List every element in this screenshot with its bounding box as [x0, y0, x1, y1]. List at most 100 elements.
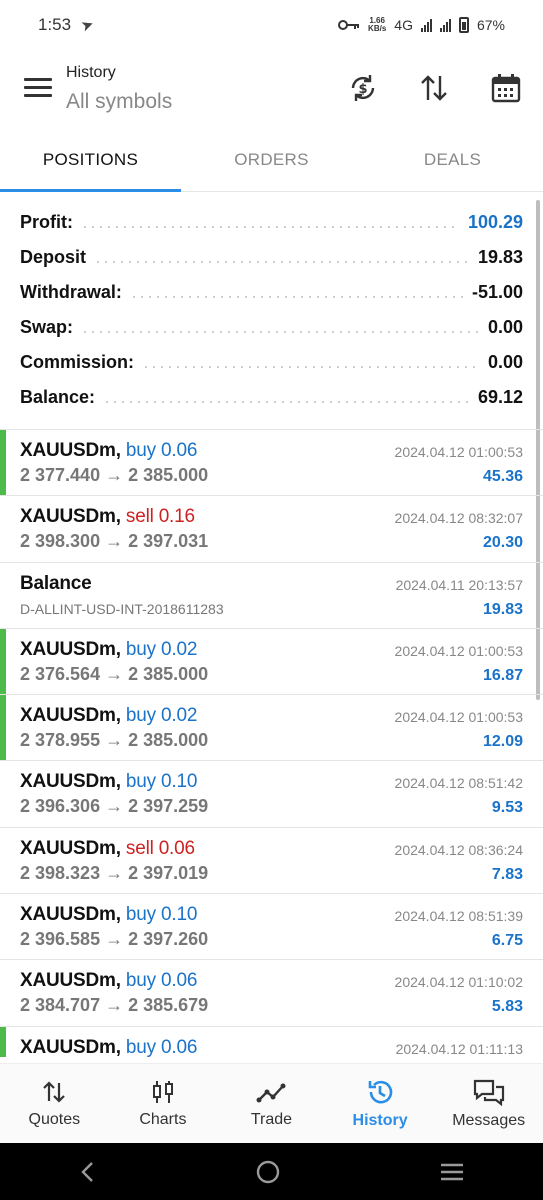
trade-side: buy 0.06: [125, 1036, 198, 1057]
list-item[interactable]: XAUUSDm, buy 0.06 2 384.707 → 2 385.679 …: [0, 960, 543, 1027]
history-icon: [368, 1080, 393, 1103]
position-marker: [0, 628, 6, 695]
summary-row-withdrawal: Withdrawal: -51.00: [20, 282, 523, 302]
profit-value: 19.83: [482, 600, 523, 618]
trade-side: buy 0.02: [125, 638, 198, 660]
timestamp: 2024.04.12 01:11:13: [395, 1040, 523, 1057]
menu-icon[interactable]: [24, 78, 52, 100]
sort-icon[interactable]: [416, 70, 452, 106]
account-comment: D-ALLINT-USD-INT-2018611283: [20, 600, 224, 617]
profit-value: 5.83: [491, 998, 523, 1016]
tab-orders[interactable]: ORDERS: [181, 128, 362, 191]
summary-row-commission: Commission: 0.00: [20, 352, 523, 372]
battery-icon: [458, 17, 469, 33]
status-right: 1.66 KB/s 4G 67%: [338, 17, 505, 33]
timestamp: 2024.04.12 01:10:02: [394, 974, 523, 991]
dot-leader: [129, 295, 464, 298]
timestamp: 2024.04.12 08:32:07: [394, 510, 523, 527]
list-item[interactable]: XAUUSDm, sell 0.06 2 398.323 → 2 397.019…: [0, 828, 543, 895]
list-item[interactable]: XAUUSDm, buy 0.10 2 396.585 → 2 397.260 …: [0, 894, 543, 961]
summary-row-balance: Balance: 69.12: [20, 387, 523, 407]
dot-leader: [81, 330, 480, 333]
signal-icon-2: [439, 18, 451, 32]
timestamp: 2024.04.11 20:13:57: [395, 576, 523, 593]
calendar-icon[interactable]: [488, 70, 524, 106]
trade-icon: [256, 1083, 286, 1102]
list-item[interactable]: XAUUSDm, buy 0.02 2 376.564 → 2 385.000 …: [0, 628, 543, 696]
profit-value: 16.87: [482, 666, 523, 684]
telegram-icon: ➤: [78, 15, 97, 36]
symbol: XAUUSDm,: [20, 771, 121, 793]
nav-trade[interactable]: Trade: [217, 1064, 326, 1143]
messages-icon: [473, 1079, 504, 1106]
timestamp: 2024.04.12 01:00:53: [394, 709, 523, 726]
trade-side: buy 0.06: [125, 970, 198, 992]
price-range: 2 396.306 → 2 397.259: [20, 796, 209, 817]
summary-row-swap: Swap: 0.00: [20, 317, 523, 337]
summary-row-profit: Profit: 100.29: [20, 212, 523, 232]
timestamp: 2024.04.12 01:00:53: [394, 642, 523, 659]
recents-icon[interactable]: [439, 1161, 465, 1183]
tab-positions[interactable]: POSITIONS: [0, 128, 181, 192]
timestamp: 2024.04.12 08:51:39: [394, 908, 523, 925]
dot-leader: [81, 225, 460, 228]
price-range: 2 376.564 → 2 385.000: [20, 663, 209, 684]
symbol: XAUUSDm,: [20, 904, 121, 926]
trade-side: buy 0.02: [125, 705, 198, 727]
dot-leader: [94, 260, 470, 263]
currency-exchange-icon[interactable]: $: [345, 70, 381, 106]
list-item[interactable]: XAUUSDm, buy 0.02 2 378.955 → 2 385.000 …: [0, 695, 543, 762]
nav-label: Quotes: [28, 1110, 81, 1128]
profit-value: 7.83: [491, 865, 523, 883]
symbol: XAUUSDm,: [20, 440, 121, 461]
back-icon[interactable]: [78, 1160, 98, 1184]
price-range: 2 378.955 → 2 385.000: [20, 730, 209, 751]
nav-quotes[interactable]: Quotes: [0, 1064, 109, 1143]
status-bar: 1:53 ➤ 1.66 KB/s 4G 67%: [0, 0, 543, 50]
list-item[interactable]: Balance D-ALLINT-USD-INT-2018611283 2024…: [0, 563, 543, 629]
list-item[interactable]: XAUUSDm, sell 0.16 2 398.300 → 2 397.031…: [0, 496, 543, 563]
list-item[interactable]: XAUUSDm, buy 0.10 2 396.306 → 2 397.259 …: [0, 761, 543, 828]
summary-row-deposit: Deposit 19.83: [20, 247, 523, 267]
timestamp: 2024.04.12 08:51:42: [394, 775, 523, 792]
battery-level: 67%: [476, 17, 505, 33]
price-range: 2 396.585 → 2 397.260: [20, 929, 209, 950]
timestamp: 2024.04.12 01:00:53: [394, 444, 523, 460]
nav-label: Trade: [250, 1110, 293, 1128]
home-icon[interactable]: [254, 1158, 282, 1186]
nav-label: History: [352, 1111, 408, 1129]
symbol-filter[interactable]: All symbols: [66, 90, 172, 114]
list-item[interactable]: XAUUSDm, buy 0.06 2 377.440 → 2 385.000 …: [0, 430, 543, 497]
profit-value: 12.09: [482, 733, 523, 751]
position-marker: [0, 1026, 6, 1057]
price-range: 2 384.707 → 2 385.679: [20, 995, 209, 1016]
trade-side: buy 0.06: [125, 440, 198, 461]
price-range: 2 398.300 → 2 397.031: [20, 531, 209, 552]
positions-list: XAUUSDm, buy 0.06 2 377.440 → 2 385.000 …: [0, 429, 543, 1057]
position-marker: [0, 430, 6, 496]
trade-side: buy 0.10: [125, 771, 198, 793]
position-marker: [0, 695, 6, 761]
nav-charts[interactable]: Charts: [109, 1064, 218, 1143]
tab-deals[interactable]: DEALS: [362, 128, 543, 191]
symbol: XAUUSDm,: [20, 837, 121, 859]
profit-value: 45.36: [482, 468, 523, 485]
symbol: Balance: [20, 572, 92, 594]
nav-history[interactable]: History: [326, 1064, 435, 1143]
dot-leader: [103, 400, 470, 403]
price-range: 2 398.323 → 2 397.019: [20, 862, 209, 883]
profit-value: 9.53: [491, 799, 523, 817]
nav-messages[interactable]: Messages: [434, 1064, 543, 1143]
nav-label: Messages: [452, 1111, 526, 1129]
network-type: 4G: [394, 17, 413, 33]
timestamp: 2024.04.12 08:36:24: [394, 841, 523, 858]
history-tabs: POSITIONS ORDERS DEALS: [0, 128, 543, 192]
list-item[interactable]: XAUUSDm, buy 0.06 2024.04.12 01:11:13: [0, 1026, 543, 1057]
profit-value: 6.75: [491, 932, 523, 950]
net-speed: 1.66 KB/s: [368, 16, 387, 33]
profit-value: 20.30: [482, 534, 523, 552]
key-icon: [338, 20, 360, 30]
symbol: XAUUSDm,: [20, 705, 121, 727]
trade-side: sell 0.06: [125, 837, 195, 859]
charts-icon: [152, 1080, 173, 1103]
